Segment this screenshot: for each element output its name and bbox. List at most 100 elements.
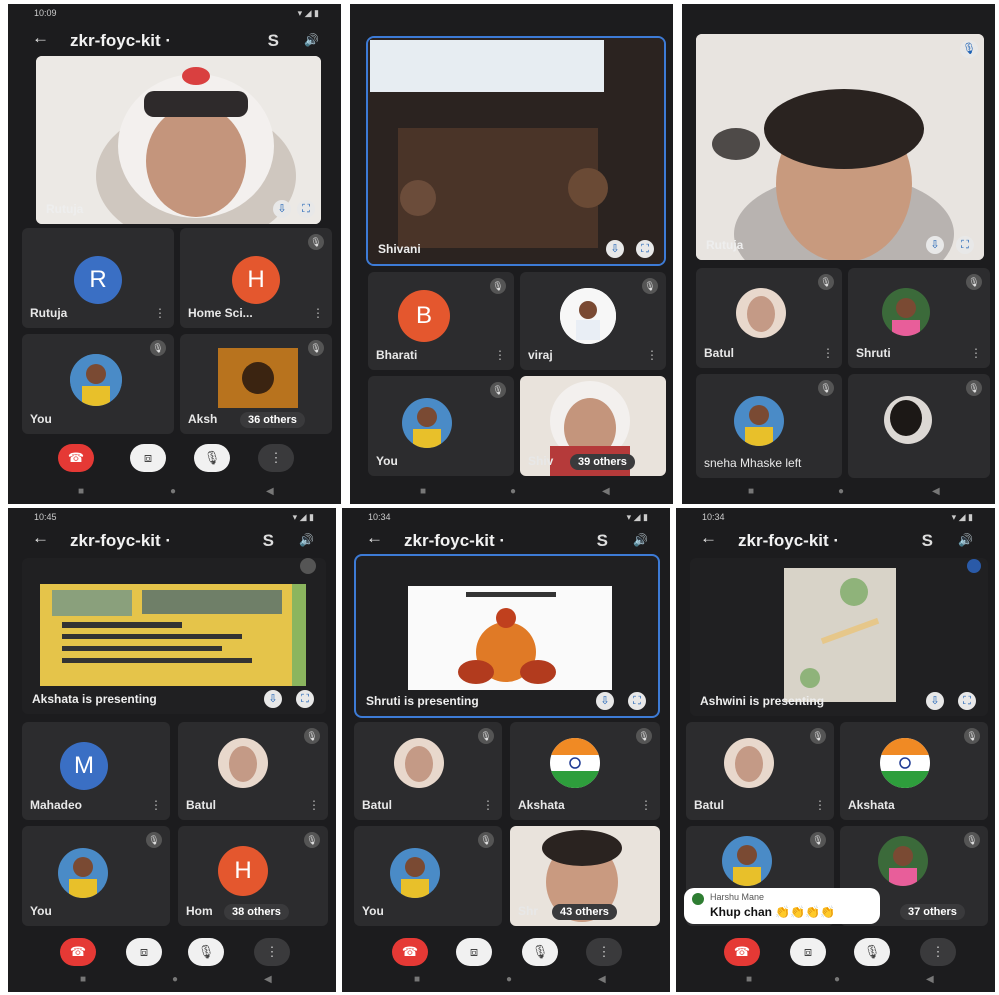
more-options-icon[interactable]: ⋮: [154, 306, 166, 320]
participant-tile[interactable]: 🎙 You: [368, 376, 514, 476]
speaker-icon[interactable]: 🔊: [304, 33, 319, 47]
mic-off-icon: 🎙: [818, 274, 834, 290]
camera-off-button[interactable]: ⧈: [790, 938, 826, 966]
participant-tile[interactable]: 🎙 Batul ⋮: [686, 722, 834, 820]
pin-icon[interactable]: ⇩: [596, 692, 614, 710]
overflow-menu-button[interactable]: ⋮: [920, 938, 956, 966]
avatar: M: [60, 742, 108, 790]
chat-sender: Harshu Mane: [710, 892, 765, 902]
end-call-button[interactable]: ☎: [60, 938, 96, 966]
fullscreen-icon[interactable]: ⛶: [297, 200, 315, 218]
participant-video: [36, 56, 321, 224]
back-arrow-icon[interactable]: ←: [32, 528, 49, 548]
switch-camera-icon[interactable]: S: [922, 531, 933, 551]
back-arrow-icon[interactable]: ←: [700, 528, 717, 548]
participant-tile[interactable]: 🎙 You: [22, 334, 174, 434]
avatar: [878, 836, 928, 886]
mic-off-icon: 🎙: [818, 380, 834, 396]
fullscreen-icon[interactable]: ⛶: [296, 690, 314, 708]
meeting-code[interactable]: zkr-foyc-kit ·: [70, 31, 171, 51]
participant-tile[interactable]: 🎙 Akshata: [840, 722, 988, 820]
mic-off-icon: 🎙: [636, 728, 652, 744]
pin-icon[interactable]: ⇩: [926, 692, 944, 710]
more-options-icon[interactable]: ⋮: [312, 306, 324, 320]
pin-icon[interactable]: ⇩: [606, 240, 624, 258]
mic-off-icon: 🎙: [304, 728, 320, 744]
participant-tile[interactable]: 🎙 sneha Mhaske left: [696, 374, 842, 478]
fullscreen-icon[interactable]: ⛶: [636, 240, 654, 258]
back-arrow-icon[interactable]: ←: [32, 28, 49, 48]
end-call-button[interactable]: ☎: [58, 444, 94, 472]
pin-icon[interactable]: ⇩: [264, 690, 282, 708]
more-options-icon[interactable]: ⋮: [482, 798, 494, 812]
participant-tile[interactable]: M Mahadeo ⋮: [22, 722, 170, 820]
main-video[interactable]: Shivani ⇩ ⛶: [368, 38, 664, 264]
participant-tile[interactable]: 🎙 Akshata ⋮: [510, 722, 660, 820]
main-video[interactable]: Rutuja 🎙 ⇩ ⛶: [696, 34, 984, 260]
others-tile[interactable]: 🎙 H Hom 38 others: [178, 826, 328, 926]
participant-tile[interactable]: 🎙 Shruti ⋮: [848, 268, 990, 368]
participant-name: Bharati: [376, 348, 418, 362]
sender-avatar-icon: [692, 893, 704, 905]
overflow-menu-button[interactable]: ⋮: [586, 938, 622, 966]
main-video[interactable]: Rutuja ⇩ ⛶: [36, 56, 321, 224]
participant-tile[interactable]: 🎙 B Bharati ⋮: [368, 272, 514, 370]
others-tile[interactable]: Shiv 39 others: [520, 376, 666, 476]
camera-off-button[interactable]: ⧈: [456, 938, 492, 966]
avatar: [70, 354, 122, 406]
others-tile[interactable]: Shr 43 others: [510, 826, 660, 926]
more-options-icon[interactable]: ⋮: [150, 798, 162, 812]
fullscreen-icon[interactable]: ⛶: [958, 692, 976, 710]
more-options-icon[interactable]: ⋮: [970, 346, 982, 360]
participant-name: Aksh: [188, 412, 218, 426]
more-options-icon[interactable]: ⋮: [494, 348, 506, 362]
camera-off-button[interactable]: ⧈: [126, 938, 162, 966]
meeting-toolbar: ← zkr-foyc-kit · S 🔊: [8, 26, 341, 56]
camera-off-button[interactable]: ⧈: [130, 444, 166, 472]
mic-off-icon: 🎙: [304, 832, 320, 848]
meeting-code[interactable]: zkr-foyc-kit ·: [738, 531, 839, 551]
participant-tile[interactable]: 🎙 viraj ⋮: [520, 272, 666, 370]
participant-tile[interactable]: 🎙: [848, 374, 990, 478]
speaker-icon[interactable]: 🔊: [633, 533, 648, 547]
more-options-icon[interactable]: ⋮: [646, 348, 658, 362]
status-bar: 10:45 ▾ ◢ ▮: [34, 512, 314, 522]
end-call-button[interactable]: ☎: [392, 938, 428, 966]
chat-toast[interactable]: Harshu Mane Khup chan 👏👏👏👏: [684, 888, 880, 924]
main-video[interactable]: Ashwini is presenting ⇩ ⛶: [690, 558, 988, 716]
others-tile[interactable]: 🎙 Aksh 36 others: [180, 334, 332, 434]
end-call-button[interactable]: ☎: [724, 938, 760, 966]
mic-off-button[interactable]: 🎙: [188, 938, 224, 966]
main-video[interactable]: Shruti is presenting ⇩ ⛶: [356, 556, 658, 716]
participant-name: Batul: [704, 346, 734, 360]
overflow-menu-button[interactable]: ⋮: [254, 938, 290, 966]
fullscreen-icon[interactable]: ⛶: [628, 692, 646, 710]
main-video[interactable]: Akshata is presenting ⇩ ⛶: [22, 558, 326, 714]
mic-off-button[interactable]: 🎙: [854, 938, 890, 966]
switch-camera-icon[interactable]: S: [597, 531, 608, 551]
participant-tile[interactable]: 🎙 You: [22, 826, 170, 926]
meeting-code[interactable]: zkr-foyc-kit ·: [70, 531, 171, 551]
meeting-code[interactable]: zkr-foyc-kit ·: [404, 531, 505, 551]
pin-icon[interactable]: ⇩: [273, 200, 291, 218]
mic-off-button[interactable]: 🎙: [522, 938, 558, 966]
participant-tile[interactable]: R Rutuja ⋮: [22, 228, 174, 328]
mic-off-button[interactable]: 🎙: [194, 444, 230, 472]
participant-tile[interactable]: 🎙 Batul ⋮: [178, 722, 328, 820]
participant-tile[interactable]: 🎙 Batul ⋮: [354, 722, 502, 820]
fullscreen-icon[interactable]: ⛶: [956, 236, 974, 254]
back-arrow-icon[interactable]: ←: [366, 528, 383, 548]
participant-tile[interactable]: 🎙 H Home Sci... ⋮: [180, 228, 332, 328]
more-options-icon[interactable]: ⋮: [822, 346, 834, 360]
participant-tile[interactable]: 🎙 Batul ⋮: [696, 268, 842, 368]
more-options-icon[interactable]: ⋮: [308, 798, 320, 812]
pin-icon[interactable]: ⇩: [926, 236, 944, 254]
switch-camera-icon[interactable]: S: [268, 31, 279, 51]
switch-camera-icon[interactable]: S: [263, 531, 274, 551]
speaker-icon[interactable]: 🔊: [958, 533, 973, 547]
more-options-icon[interactable]: ⋮: [814, 798, 826, 812]
speaker-icon[interactable]: 🔊: [299, 533, 314, 547]
more-options-icon[interactable]: ⋮: [640, 798, 652, 812]
participant-tile[interactable]: 🎙 You: [354, 826, 502, 926]
overflow-menu-button[interactable]: ⋮: [258, 444, 294, 472]
